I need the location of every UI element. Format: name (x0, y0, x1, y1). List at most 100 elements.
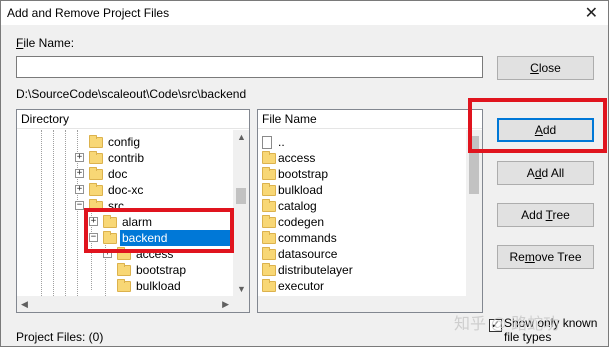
folder-icon (89, 151, 103, 164)
file-list-item-label: distributelayer (278, 263, 353, 277)
add-button-label: Add (534, 123, 557, 137)
file-list-item-label: access (278, 151, 316, 165)
close-button-label: Close (530, 61, 561, 75)
file-list-item-label: bulkload (278, 183, 323, 197)
directory-scroll-thumb[interactable] (236, 188, 246, 204)
file-list-item-label: codegen (278, 215, 325, 229)
expand-icon[interactable]: + (75, 153, 84, 162)
remove-tree-button-label: Remove Tree (509, 250, 582, 264)
folder-icon (117, 263, 131, 276)
files-horizontal-scrollbar[interactable] (258, 296, 466, 312)
directory-item-label: doc-xc (108, 183, 144, 197)
directory-vertical-scrollbar[interactable]: ▲ ▼ (233, 130, 249, 296)
directory-item-label: contrib (108, 151, 145, 165)
directory-item-label: bulkload (136, 279, 181, 293)
folder-icon (117, 279, 131, 292)
watermark: 知乎 @ 路蛇功 (454, 316, 560, 333)
file-list-item-label: datasource (278, 247, 338, 261)
file-name-header: File Name (258, 110, 482, 129)
file-list-item[interactable]: catalog (258, 198, 466, 214)
scroll-right-icon[interactable]: ▶ (222, 299, 229, 310)
file-list-item[interactable]: .. (258, 134, 466, 150)
folder-icon (262, 247, 276, 260)
title-bar: Add and Remove Project Files ✕ (1, 1, 608, 25)
close-button[interactable]: Close (497, 56, 594, 80)
add-all-button[interactable]: Add All (497, 161, 594, 185)
folder-icon (89, 135, 103, 148)
scroll-up-icon[interactable]: ▲ (237, 132, 246, 142)
directory-item-label: alarm (122, 215, 153, 229)
directory-item[interactable]: bulkload (17, 278, 233, 294)
folder-icon (262, 151, 276, 164)
file-name-input[interactable] (16, 56, 483, 78)
add-tree-button[interactable]: Add Tree (497, 203, 594, 227)
folder-icon (103, 231, 117, 244)
files-scroll-thumb[interactable] (469, 136, 479, 194)
directory-item[interactable]: config (17, 134, 233, 150)
file-list-rows: .. access bootstrap bulkload catalog codegen c… (258, 130, 466, 296)
project-files-label: Project Files: (0) (16, 330, 104, 344)
remove-tree-button[interactable]: Remove Tree (497, 245, 594, 269)
directory-header: Directory (17, 110, 249, 129)
scroll-down-icon[interactable]: ▼ (237, 284, 246, 294)
file-list-item-label: bootstrap (278, 167, 329, 181)
parent-file-icon (262, 136, 272, 149)
collapse-icon[interactable]: − (89, 233, 98, 242)
folder-icon (262, 279, 276, 292)
directory-item[interactable]: + contrib (17, 150, 233, 166)
expand-icon[interactable]: + (103, 249, 112, 258)
folder-icon (89, 183, 103, 196)
folder-icon (89, 199, 103, 212)
expand-icon[interactable]: + (75, 169, 84, 178)
directory-item[interactable]: + access (17, 246, 233, 262)
file-list-item-label: executor (278, 279, 325, 293)
current-path: D:\SourceCode\scaleout\Code\src\backend (16, 87, 247, 101)
directory-item[interactable]: − src (17, 198, 233, 214)
directory-item[interactable]: + doc (17, 166, 233, 182)
add-button[interactable]: Add (497, 118, 594, 142)
directory-item[interactable]: − backend (17, 230, 233, 246)
directory-item[interactable]: bootstrap (17, 262, 233, 278)
directory-item-label: bootstrap (136, 263, 187, 277)
folder-icon (103, 215, 117, 228)
directory-item[interactable]: + alarm (17, 214, 233, 230)
file-name-label-rest: ile Name: (23, 36, 75, 50)
directory-horizontal-scrollbar[interactable]: ◀ ▶ (17, 296, 233, 312)
file-list-item-label: .. (278, 135, 285, 149)
file-list-item[interactable]: codegen (258, 214, 466, 230)
file-list[interactable]: File Name .. access bootstrap bulkload catal… (257, 109, 483, 313)
expand-icon[interactable]: + (89, 217, 98, 226)
folder-icon (89, 167, 103, 180)
directory-item-label: doc (108, 167, 128, 181)
folder-icon (262, 199, 276, 212)
add-tree-button-label: Add Tree (521, 208, 570, 222)
collapse-icon[interactable]: − (75, 201, 84, 210)
file-name-label: File Name: (16, 36, 75, 50)
close-icon[interactable]: ✕ (585, 3, 598, 23)
file-list-item[interactable]: bulkload (258, 182, 466, 198)
files-vertical-scrollbar[interactable] (466, 130, 482, 296)
file-list-item[interactable]: access (258, 150, 466, 166)
folder-icon (262, 167, 276, 180)
folder-icon (262, 231, 276, 244)
directory-item-label: backend (120, 230, 231, 246)
add-all-button-label: Add All (526, 166, 565, 180)
add-remove-files-dialog: Add and Remove Project Files ✕ File Name… (0, 0, 609, 347)
file-list-item[interactable]: executor (258, 278, 466, 294)
directory-item-label: src (108, 199, 124, 213)
directory-tree-rows: config + contrib + doc + doc-xc − src + alarm − back… (17, 130, 233, 296)
scroll-left-icon[interactable]: ◀ (21, 299, 28, 310)
scroll-corner (233, 296, 249, 312)
file-list-item[interactable]: commands (258, 230, 466, 246)
file-list-item[interactable]: bootstrap (258, 166, 466, 182)
directory-item-label: config (108, 135, 141, 149)
folder-icon (117, 247, 131, 260)
file-list-item[interactable]: distributelayer (258, 262, 466, 278)
folder-icon (262, 215, 276, 228)
directory-tree[interactable]: Directory config + contrib + doc + doc-xc − src +… (16, 109, 250, 313)
folder-icon (262, 183, 276, 196)
directory-item[interactable]: + doc-xc (17, 182, 233, 198)
expand-icon[interactable]: + (75, 185, 84, 194)
file-list-item[interactable]: datasource (258, 246, 466, 262)
window-title: Add and Remove Project Files (7, 6, 170, 20)
